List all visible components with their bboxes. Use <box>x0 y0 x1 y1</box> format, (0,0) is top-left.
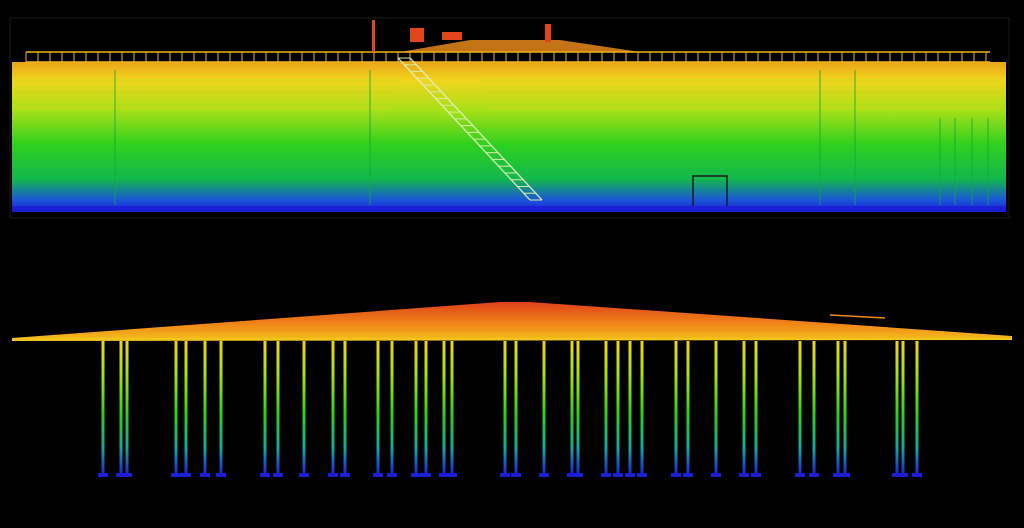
support-column <box>542 341 546 475</box>
support-column <box>302 341 306 475</box>
column-base <box>500 473 510 477</box>
support-column <box>424 341 428 475</box>
tank-roof <box>400 40 640 52</box>
support-column <box>101 341 105 475</box>
lidar-scene <box>9 17 1012 477</box>
column-base <box>340 473 350 477</box>
support-column <box>263 341 267 475</box>
support-column <box>514 341 518 475</box>
column-base <box>421 473 431 477</box>
column-base <box>637 473 647 477</box>
support-column <box>686 341 690 475</box>
column-base <box>613 473 623 477</box>
column-base <box>299 473 309 477</box>
tank-elevation-view <box>9 17 1010 219</box>
support-column <box>754 341 758 475</box>
support-column <box>331 341 335 475</box>
support-column <box>376 341 380 475</box>
support-column <box>414 341 418 475</box>
support-column <box>219 341 223 475</box>
support-column <box>812 341 816 475</box>
support-column <box>742 341 746 475</box>
column-base <box>601 473 611 477</box>
support-column <box>119 341 123 475</box>
column-base <box>181 473 191 477</box>
support-column <box>915 341 919 475</box>
support-column <box>184 341 188 475</box>
top-railing <box>26 51 990 63</box>
column-base <box>200 473 210 477</box>
column-base <box>511 473 521 477</box>
support-column <box>343 341 347 475</box>
support-column <box>125 341 129 475</box>
column-base <box>216 473 226 477</box>
column-base <box>573 473 583 477</box>
column-base <box>739 473 749 477</box>
support-column <box>843 341 847 475</box>
support-column <box>836 341 840 475</box>
column-base <box>711 473 721 477</box>
column-base <box>373 473 383 477</box>
support-column <box>203 341 207 475</box>
support-column <box>901 341 905 475</box>
column-base <box>840 473 850 477</box>
column-base <box>260 473 270 477</box>
column-base <box>98 473 108 477</box>
tank-floor-deck <box>12 302 1012 341</box>
tank-floor-view <box>12 302 1012 477</box>
column-base <box>273 473 283 477</box>
support-column <box>798 341 802 475</box>
tank-shell <box>12 62 1006 212</box>
column-base <box>683 473 693 477</box>
column-base <box>751 473 761 477</box>
support-column <box>390 341 394 475</box>
railing-posts <box>25 52 987 62</box>
support-column <box>604 341 608 475</box>
column-base <box>171 473 181 477</box>
tank-base <box>12 206 1006 212</box>
column-base <box>671 473 681 477</box>
support-column <box>570 341 574 475</box>
support-column <box>503 341 507 475</box>
support-column <box>442 341 446 475</box>
column-base <box>447 473 457 477</box>
support-column <box>276 341 280 475</box>
support-column <box>640 341 644 475</box>
column-base <box>898 473 908 477</box>
support-column <box>628 341 632 475</box>
column-base <box>122 473 132 477</box>
support-column <box>616 341 620 475</box>
column-base <box>539 473 549 477</box>
column-base <box>328 473 338 477</box>
support-columns <box>98 341 922 477</box>
column-base <box>795 473 805 477</box>
column-base <box>809 473 819 477</box>
column-base <box>912 473 922 477</box>
support-column <box>576 341 580 475</box>
support-column <box>895 341 899 475</box>
support-column <box>450 341 454 475</box>
support-column <box>674 341 678 475</box>
column-base <box>625 473 635 477</box>
support-column <box>714 341 718 475</box>
support-column <box>174 341 178 475</box>
floor-probe <box>829 314 886 319</box>
column-base <box>411 473 421 477</box>
column-base <box>387 473 397 477</box>
